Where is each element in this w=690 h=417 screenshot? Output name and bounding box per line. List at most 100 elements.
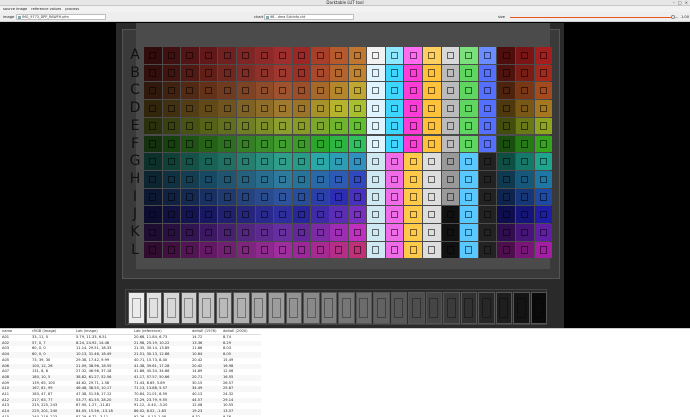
patch-sample-box <box>446 157 454 166</box>
close-button[interactable]: × <box>685 1 688 5</box>
color-patch <box>144 82 162 100</box>
color-patch <box>423 153 441 170</box>
color-patch <box>460 224 478 241</box>
patch-sample-box <box>465 210 473 219</box>
patch-sample-box <box>223 210 231 219</box>
color-patch <box>441 117 460 135</box>
color-patch <box>441 47 460 64</box>
patch-sample-box <box>353 104 361 113</box>
row-letter: J <box>132 206 138 223</box>
patch-sample-box <box>260 69 268 77</box>
color-patch <box>478 241 497 259</box>
color-patch <box>255 153 274 170</box>
color-patch <box>441 206 460 223</box>
row-letter: B <box>130 64 140 81</box>
color-patch <box>255 170 274 188</box>
color-patch <box>534 153 553 170</box>
patch-sample-box <box>186 140 194 148</box>
patch-sample-box <box>484 246 492 254</box>
patch-sample-box <box>465 104 473 113</box>
color-patch <box>162 47 181 64</box>
patch-sample-box <box>428 210 436 219</box>
patch-sample-box <box>539 87 547 95</box>
patch-sample-box <box>428 175 436 183</box>
chart-file-chooser[interactable]: it8 - dma ScbInfo.cht <box>264 14 354 20</box>
gray-patch <box>390 292 407 324</box>
image-file-name: IMG_9773_DPP_RAWFH.pfm <box>22 15 69 19</box>
color-patch <box>404 224 422 241</box>
color-patch <box>199 170 218 188</box>
gray-patch <box>425 292 442 324</box>
patch-sample-box <box>372 104 380 113</box>
patch-sample-box <box>521 104 529 113</box>
color-patch <box>181 153 199 170</box>
color-patch <box>199 206 218 223</box>
color-patch <box>516 135 534 153</box>
color-patch <box>181 47 199 64</box>
results-table-panel[interactable]: name rRGB (image) Lab (image) Lab (referenc… <box>0 328 690 417</box>
color-patch <box>497 206 515 223</box>
window-controls: – □ × <box>673 1 688 5</box>
patch-sample-box <box>335 51 343 59</box>
color-patch <box>534 188 553 206</box>
patch-sample-box <box>223 157 231 166</box>
patch-sample-box <box>372 69 380 77</box>
color-patch <box>367 64 385 82</box>
patch-sample-box <box>521 193 529 201</box>
patch-sample-box <box>372 157 380 166</box>
color-patch <box>516 170 534 188</box>
color-patch <box>348 100 367 117</box>
patch-sample-box <box>260 122 268 130</box>
table-body: A01 33, 11, 0 5.79, 11.33, 6.51 20.68, 11.8… <box>0 335 261 417</box>
patch-sample-box <box>376 298 386 318</box>
patch-sample-box <box>372 51 380 59</box>
color-patch <box>367 188 385 206</box>
color-patch <box>534 82 553 100</box>
color-patch <box>330 241 348 259</box>
patch-sample-box <box>446 87 454 95</box>
patch-sample-box <box>372 175 380 183</box>
size-value: 1.00 <box>681 14 690 19</box>
maximize-button[interactable]: □ <box>678 1 682 5</box>
row-letter: D <box>129 100 141 117</box>
size-slider[interactable] <box>510 15 678 19</box>
color-patch <box>385 188 404 206</box>
color-patch <box>144 170 162 188</box>
row-letter: A <box>130 47 140 63</box>
size-slider-fill <box>510 16 673 18</box>
color-patch <box>218 64 236 82</box>
color-patch <box>404 241 422 259</box>
color-patch <box>199 224 218 241</box>
color-patch <box>144 47 162 64</box>
results-table: name rRGB (image) Lab (image) Lab (referenc… <box>0 329 261 417</box>
image-canvas[interactable]: ABCDEFGHIJKL <box>0 23 690 328</box>
color-patch <box>534 100 553 117</box>
patch-sample-box <box>335 228 343 236</box>
color-patch <box>423 82 441 100</box>
color-patch <box>311 64 329 82</box>
patch-sample-box <box>539 122 547 130</box>
size-slider-handle[interactable] <box>670 15 675 19</box>
color-patch <box>516 241 534 259</box>
color-patch <box>385 135 404 153</box>
minimize-button[interactable]: – <box>673 1 675 5</box>
patch-sample-box <box>205 104 213 113</box>
color-patch <box>460 153 478 170</box>
gray-patch <box>233 292 250 324</box>
patch-sample-box <box>372 193 380 201</box>
row-letter: L <box>131 241 139 258</box>
gray-patch <box>285 292 302 324</box>
patch-sample-box <box>205 228 213 236</box>
patch-sample-box <box>465 87 473 95</box>
image-file-chooser[interactable]: IMG_9773_DPP_RAWFH.pfm <box>16 14 106 20</box>
patch-sample-box <box>279 175 287 183</box>
patch-sample-box <box>149 51 157 59</box>
patch-sample-box <box>242 69 250 77</box>
column-header[interactable]: deltaE (1976) <box>190 329 221 335</box>
patch-sample-box <box>260 157 268 166</box>
color-patch <box>478 117 497 135</box>
color-patch <box>534 47 553 64</box>
color-patch <box>497 170 515 188</box>
patch-sample-box <box>186 228 194 236</box>
patch-sample-box <box>223 193 231 201</box>
